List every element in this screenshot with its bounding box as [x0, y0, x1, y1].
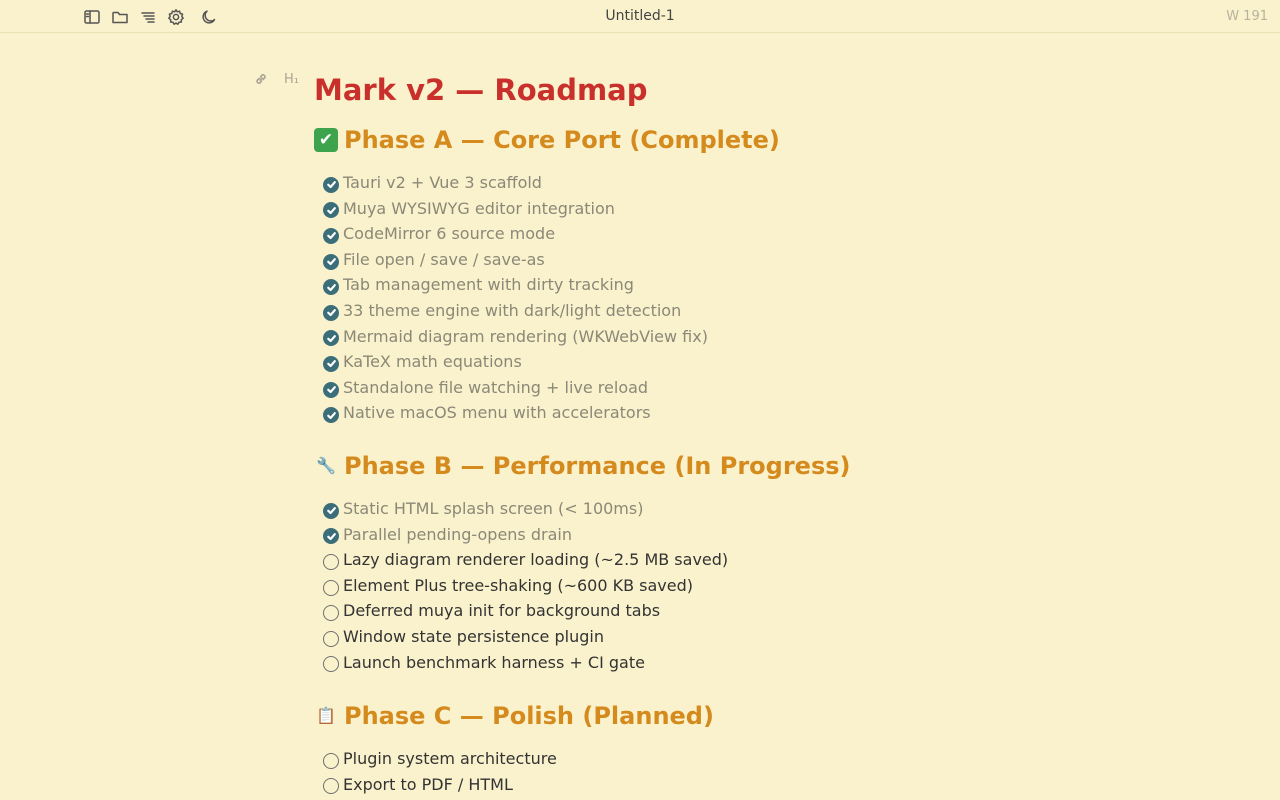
check-icon — [326, 232, 336, 240]
check-icon — [326, 532, 336, 540]
task-text[interactable]: Static HTML splash screen (< 100ms) — [343, 496, 643, 522]
checked-checkbox[interactable] — [323, 227, 339, 244]
check-icon — [326, 181, 336, 189]
word-count[interactable]: W 191 — [1226, 9, 1268, 24]
check-icon — [326, 283, 336, 291]
unchecked-checkbox[interactable] — [323, 579, 339, 596]
task-item: CodeMirror 6 source mode — [323, 221, 1214, 247]
task-text[interactable]: 33 theme engine with dark/light detectio… — [343, 298, 681, 324]
section-heading: 🔧 Phase B — Performance (In Progress) — [314, 448, 1214, 484]
task-text[interactable]: Tauri v2 + Vue 3 scaffold — [343, 170, 542, 196]
check-icon — [326, 258, 336, 266]
task-item: Tab management with dirty tracking — [323, 272, 1214, 298]
checked-checkbox[interactable] — [323, 330, 339, 347]
task-item: Deferred muya init for background tabs — [323, 598, 1214, 624]
checked-checkbox[interactable] — [323, 407, 339, 424]
task-item: Parallel pending-opens drain — [323, 522, 1214, 548]
task-text[interactable]: Launch benchmark harness + CI gate — [343, 650, 645, 676]
check-icon — [326, 411, 336, 419]
task-item: Lazy diagram renderer loading (~2.5 MB s… — [323, 547, 1214, 573]
task-text[interactable]: Standalone file watching + live reload — [343, 375, 648, 401]
document-heading: Mark v2 — Roadmap — [314, 73, 648, 107]
unchecked-checkbox[interactable] — [323, 656, 339, 673]
sidebar-toggle-icon[interactable] — [83, 8, 101, 26]
section-heading: 📋 Phase C — Polish (Planned) — [314, 698, 1214, 734]
sections-container: ✔ Phase A — Core Port (Complete) Tauri v2 … — [314, 122, 1214, 797]
task-text[interactable]: Mermaid diagram rendering (WKWebView fix… — [343, 324, 708, 350]
task-item: Muya WYSIWYG editor integration — [323, 196, 1214, 222]
task-item: Tauri v2 + Vue 3 scaffold — [323, 170, 1214, 196]
unchecked-checkbox[interactable] — [323, 752, 339, 769]
task-item: Window state persistence plugin — [323, 624, 1214, 650]
check-mark-icon: ✔ — [314, 128, 338, 152]
link-icon[interactable] — [254, 72, 268, 90]
task-text[interactable]: Lazy diagram renderer loading (~2.5 MB s… — [343, 547, 728, 573]
task-item: Static HTML splash screen (< 100ms) — [323, 496, 1214, 522]
checked-checkbox[interactable] — [323, 304, 339, 321]
heading-level-marker[interactable]: H₁ — [284, 72, 299, 87]
unchecked-checkbox[interactable] — [323, 778, 339, 795]
wrench-icon: 🔧 — [316, 455, 336, 475]
task-text[interactable]: Tab management with dirty tracking — [343, 272, 634, 298]
task-text[interactable]: Window state persistence plugin — [343, 624, 604, 650]
section-heading-text: Phase B — Performance (In Progress) — [344, 451, 851, 480]
task-list: Tauri v2 + Vue 3 scaffold Muya WYSIWYG ed… — [323, 170, 1214, 426]
folder-icon[interactable] — [111, 8, 129, 26]
task-item: Export to PDF / HTML — [323, 772, 1214, 798]
section-heading-text: Phase C — Polish (Planned) — [344, 702, 714, 731]
unchecked-checkbox[interactable] — [323, 553, 339, 570]
check-icon — [326, 206, 336, 214]
checked-checkbox[interactable] — [323, 528, 339, 545]
task-text[interactable]: Parallel pending-opens drain — [343, 522, 572, 548]
task-item: File open / save / save-as — [323, 247, 1214, 273]
document-title: Untitled-1 — [605, 8, 675, 24]
gear-icon[interactable] — [167, 8, 185, 26]
check-icon — [326, 309, 336, 317]
checked-checkbox[interactable] — [323, 381, 339, 398]
task-text[interactable]: File open / save / save-as — [343, 247, 545, 273]
check-icon — [326, 507, 336, 515]
task-item: Plugin system architecture — [323, 746, 1214, 772]
task-item: 33 theme engine with dark/light detectio… — [323, 298, 1214, 324]
moon-icon[interactable] — [200, 8, 218, 26]
task-item: Launch benchmark harness + CI gate — [323, 650, 1214, 676]
section-heading: ✔ Phase A — Core Port (Complete) — [314, 122, 1214, 158]
check-icon — [326, 360, 336, 368]
check-icon — [326, 386, 336, 394]
section-heading-text: Phase A — Core Port (Complete) — [344, 126, 780, 154]
outline-icon[interactable] — [139, 8, 157, 26]
task-list: Plugin system architecture Export to PDF … — [323, 746, 1214, 797]
checked-checkbox[interactable] — [323, 253, 339, 270]
checked-checkbox[interactable] — [323, 176, 339, 193]
task-text[interactable]: Plugin system architecture — [343, 746, 557, 772]
task-text[interactable]: KaTeX math equations — [343, 349, 522, 375]
task-text[interactable]: Export to PDF / HTML — [343, 772, 513, 798]
checked-checkbox[interactable] — [323, 502, 339, 519]
task-item: Standalone file watching + live reload — [323, 375, 1214, 401]
task-text[interactable]: CodeMirror 6 source mode — [343, 221, 555, 247]
task-text[interactable]: Deferred muya init for background tabs — [343, 598, 660, 624]
title-bar: Untitled-1 W 191 — [0, 0, 1280, 33]
task-text[interactable]: Element Plus tree-shaking (~600 KB saved… — [343, 573, 693, 599]
task-item: Mermaid diagram rendering (WKWebView fix… — [323, 324, 1214, 350]
unchecked-checkbox[interactable] — [323, 630, 339, 647]
unchecked-checkbox[interactable] — [323, 605, 339, 622]
checked-checkbox[interactable] — [323, 202, 339, 219]
checked-checkbox[interactable] — [323, 279, 339, 296]
check-icon — [326, 334, 336, 342]
checked-checkbox[interactable] — [323, 355, 339, 372]
task-item: KaTeX math equations — [323, 349, 1214, 375]
task-list: Static HTML splash screen (< 100ms) Paral… — [323, 496, 1214, 675]
task-item: Element Plus tree-shaking (~600 KB saved… — [323, 573, 1214, 599]
task-text[interactable]: Native macOS menu with accelerators — [343, 400, 651, 426]
clipboard-icon: 📋 — [316, 706, 336, 726]
editor-content[interactable]: Mark v2 — Roadmap ✔ Phase A — Core Port (… — [314, 68, 1214, 797]
task-item: Native macOS menu with accelerators — [323, 400, 1214, 426]
task-text[interactable]: Muya WYSIWYG editor integration — [343, 196, 615, 222]
